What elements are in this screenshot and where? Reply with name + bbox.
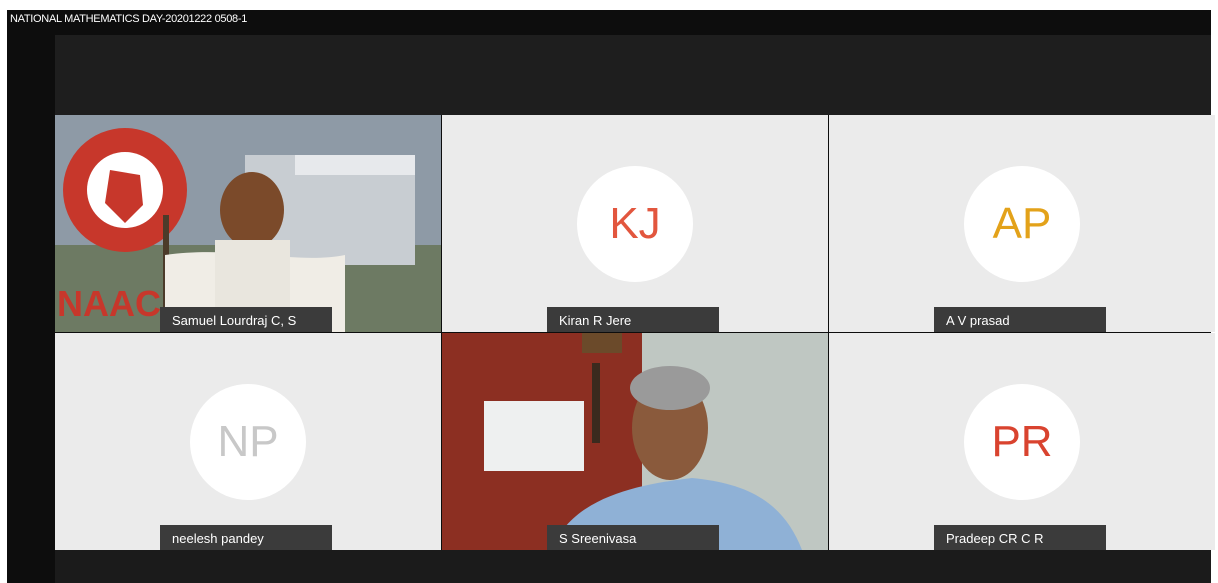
avatar: NP xyxy=(190,384,306,500)
participant-tile-2[interactable]: KJ Kiran R Jere xyxy=(442,115,828,332)
participant-name: Samuel Lourdraj C, S xyxy=(160,307,332,332)
participant-name: A V prasad xyxy=(934,307,1106,332)
participant-tile-5[interactable]: S Sreenivasa xyxy=(442,333,828,550)
avatar-initials: PR xyxy=(991,417,1053,466)
video-feed xyxy=(442,333,828,550)
avatar: KJ xyxy=(577,166,693,282)
bottom-bar xyxy=(55,550,1211,583)
avatar-initials: KJ xyxy=(609,199,661,248)
participant-tile-1[interactable]: NAAC Samuel Lourdraj C, S xyxy=(55,115,441,332)
avatar-initials: NP xyxy=(217,417,279,466)
participant-tile-4[interactable]: NP neelesh pandey xyxy=(55,333,441,550)
top-bar xyxy=(55,35,1211,115)
participant-tile-6[interactable]: PR Pradeep CR C R xyxy=(829,333,1215,550)
naac-logo-text: NAAC xyxy=(57,283,161,324)
participant-name: Kiran R Jere xyxy=(547,307,719,332)
avatar: PR xyxy=(964,384,1080,500)
participant-name: Pradeep CR C R xyxy=(934,525,1106,550)
window-title: NATIONAL MATHEMATICS DAY-20201222 0508-1 xyxy=(10,13,248,25)
participant-name: S Sreenivasa xyxy=(547,525,719,550)
screen: NATIONAL MATHEMATICS DAY-20201222 0508-1… xyxy=(0,0,1218,583)
participant-tile-3[interactable]: AP A V prasad xyxy=(829,115,1215,332)
avatar-initials: AP xyxy=(992,199,1052,248)
avatar: AP xyxy=(964,166,1080,282)
participant-name: neelesh pandey xyxy=(160,525,332,550)
